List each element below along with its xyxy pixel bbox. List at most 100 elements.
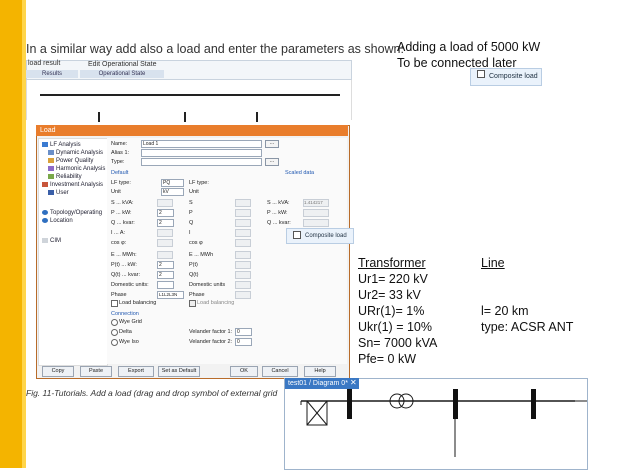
mid-qt-input xyxy=(235,271,251,279)
velander-1-input[interactable]: 0 xyxy=(235,328,252,336)
mid-domestic-label: Domestic units xyxy=(189,282,226,288)
composite-load-symbol-mid[interactable]: Composite load xyxy=(286,228,354,244)
load-balancing-checkbox[interactable] xyxy=(111,300,118,307)
composite-load-symbol-top[interactable]: Composite load xyxy=(470,68,542,86)
tab-results[interactable]: Results xyxy=(26,70,78,78)
figure-caption: Fig. 11-Tutorials. Add a load (drag and … xyxy=(26,388,278,398)
phase-select[interactable]: L1L2L3N xyxy=(157,291,184,299)
mid-i-label: I xyxy=(189,230,191,236)
tree-item-location[interactable]: Location xyxy=(42,218,73,224)
topology-icon xyxy=(42,210,48,215)
harmonic-icon xyxy=(48,166,54,171)
dialog-form: Name: Load 1 ... Alias 1: Type: ... Defa… xyxy=(107,138,347,364)
tree-item-topology[interactable]: Topology/Operating xyxy=(42,210,102,216)
tree-item-dynamic[interactable]: Dynamic Analysis xyxy=(48,150,103,156)
mid-cosphi-input xyxy=(235,239,251,247)
q-kvar-input[interactable]: 2 xyxy=(157,219,174,227)
single-line-diagram xyxy=(300,389,605,457)
unit-select[interactable]: kV xyxy=(161,188,184,196)
help-button[interactable]: Help xyxy=(304,366,336,377)
connection-header: Connection xyxy=(111,311,139,317)
mid-pt-label: P(t) xyxy=(189,262,198,268)
cosphi-label: cos φ: xyxy=(111,240,127,246)
mid-p-input xyxy=(235,209,251,217)
tree-item-harmonic[interactable]: Harmonic Analysis xyxy=(48,166,105,172)
ok-button[interactable]: OK xyxy=(230,366,258,377)
lf-type-select[interactable]: PQ xyxy=(161,179,184,187)
conn-wye-iso-radio[interactable] xyxy=(111,339,118,346)
paste-button[interactable]: Paste xyxy=(80,366,112,377)
pt-kw-input[interactable]: 2 xyxy=(157,261,174,269)
p-kw-input[interactable]: 2 xyxy=(157,209,174,217)
conn-delta-label: Delta xyxy=(119,329,132,335)
busbar-node-1[interactable] xyxy=(347,389,352,419)
velander-2-input[interactable]: 0 xyxy=(235,338,252,346)
mid-pt-input xyxy=(235,261,251,269)
mini-busbar xyxy=(40,94,340,96)
transformer-ur1: Ur1= 220 kV xyxy=(358,272,428,286)
diagram-tab[interactable]: test01 / Diagram 0* xyxy=(285,378,359,389)
mid-cosphi-label: cos φ xyxy=(189,240,203,246)
tab-operational-state[interactable]: Operational State xyxy=(80,70,164,78)
reliability-icon xyxy=(48,174,54,179)
e-mwh-label: E ... MWh: xyxy=(111,252,137,258)
edit-operational-state-button[interactable]: Edit Operational State xyxy=(88,61,157,68)
dialog-tree: LF Analysis Dynamic Analysis Power Quali… xyxy=(38,138,108,366)
mid-domestic-input xyxy=(235,281,251,289)
tree-item-reliability[interactable]: Reliability xyxy=(48,174,82,180)
composite-load-icon xyxy=(293,231,301,240)
lf-analysis-icon xyxy=(42,142,48,147)
alias-input[interactable] xyxy=(141,149,262,157)
lf-type-label: LF type: xyxy=(111,180,131,186)
load-result-label[interactable]: load result xyxy=(28,60,60,67)
tree-item-cim[interactable]: CIM xyxy=(42,238,61,244)
dialog-title: Load xyxy=(36,125,348,136)
transformer-sn: Sn= 7000 kVA xyxy=(358,336,438,350)
tree-item-user[interactable]: User xyxy=(48,190,69,196)
qt-kvar-label: Q(t) ... kvar: xyxy=(111,272,141,278)
diagram-panel xyxy=(284,378,605,470)
transformer-pfe: Pfe= 0 kW xyxy=(358,352,417,366)
conn-wye-grid-radio[interactable] xyxy=(111,319,118,326)
cancel-button[interactable]: Cancel xyxy=(262,366,298,377)
cosphi-input xyxy=(157,239,173,247)
i-a-label: I ... A: xyxy=(111,230,126,236)
mid-i-input xyxy=(235,229,251,237)
type-input[interactable] xyxy=(141,158,262,166)
tree-item-investment[interactable]: Investment Analysis xyxy=(42,182,103,188)
mid-p-label: P xyxy=(189,210,193,216)
mid-s-label: S xyxy=(189,200,193,206)
unit-label: Unit xyxy=(111,189,121,195)
i-a-input xyxy=(157,229,173,237)
scaled-s-value: 1.414217 xyxy=(303,199,329,207)
busbar-node-2[interactable] xyxy=(453,389,458,419)
mid-qt-label: Q(t) xyxy=(189,272,199,278)
location-icon xyxy=(42,218,48,223)
type-label: Type: xyxy=(111,159,125,165)
s-kva-input xyxy=(157,199,173,207)
copy-button[interactable]: Copy xyxy=(42,366,74,377)
tree-item-power-quality[interactable]: Power Quality xyxy=(48,158,93,164)
pt-kw-label: P(t) ... kW: xyxy=(111,262,137,268)
dynamic-icon xyxy=(48,150,54,155)
busbar-node-3[interactable] xyxy=(531,389,536,419)
transformer-ur2: Ur2= 33 kV xyxy=(358,288,421,302)
name-input[interactable]: Load 1 xyxy=(141,140,262,148)
domestic-units-input[interactable] xyxy=(157,281,174,289)
line-type: type: ACSR ANT xyxy=(481,320,574,334)
transformer-header: Transformer xyxy=(358,256,426,270)
mid-s-input xyxy=(235,199,251,207)
set-as-default-button[interactable]: Set as Default xyxy=(158,366,200,377)
export-button[interactable]: Export xyxy=(118,366,154,377)
type-browse-button[interactable]: ... xyxy=(265,158,279,166)
velander-2-label: Velander factor 2: xyxy=(189,339,233,345)
name-browse-button[interactable]: ... xyxy=(265,140,279,148)
power-quality-icon xyxy=(48,158,54,163)
qt-kvar-input[interactable]: 2 xyxy=(157,271,174,279)
diagram-close-icon[interactable]: ✕ xyxy=(350,378,357,387)
tree-item-lf-analysis[interactable]: LF Analysis xyxy=(42,142,81,148)
load-balancing-label: Load balancing xyxy=(119,300,157,306)
mini-terminal-3 xyxy=(256,112,258,122)
conn-wye-iso-label: Wye Iso xyxy=(119,339,139,345)
conn-delta-radio[interactable] xyxy=(111,329,118,336)
